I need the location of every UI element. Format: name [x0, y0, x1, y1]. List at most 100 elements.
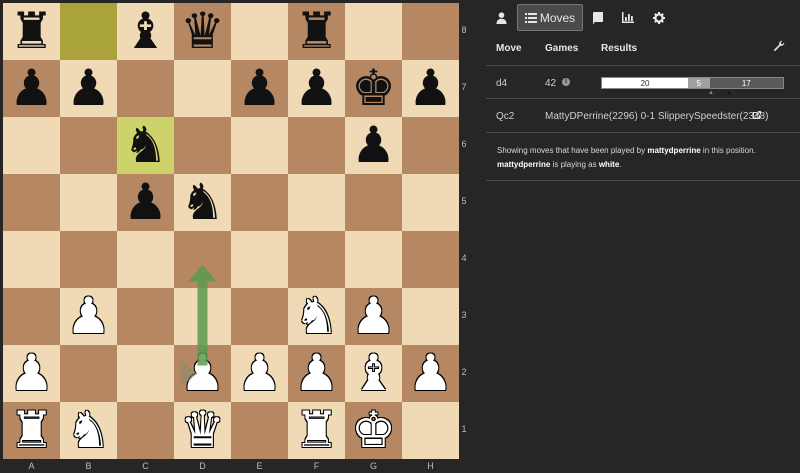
square-f5[interactable]	[288, 174, 345, 231]
black-rook-icon[interactable]: ♜	[288, 3, 345, 60]
white-bishop-icon[interactable]: ♝	[345, 345, 402, 402]
square-a7[interactable]: ♟	[3, 60, 60, 117]
white-knight-icon[interactable]: ♞	[60, 402, 117, 459]
square-f6[interactable]	[288, 117, 345, 174]
square-f7[interactable]: ♟	[288, 60, 345, 117]
black-pawn-icon[interactable]: ♟	[288, 60, 345, 117]
square-e1[interactable]	[231, 402, 288, 459]
square-e3[interactable]	[231, 288, 288, 345]
black-pawn-icon[interactable]: ♟	[60, 60, 117, 117]
square-c2[interactable]	[117, 345, 174, 402]
square-g5[interactable]	[345, 174, 402, 231]
square-g2[interactable]: ♝	[345, 345, 402, 402]
white-pawn-icon[interactable]: ♟	[345, 288, 402, 345]
white-pawn-icon[interactable]: ♟	[3, 345, 60, 402]
square-b3[interactable]: ♟	[60, 288, 117, 345]
white-rook-icon[interactable]: ♜	[3, 402, 60, 459]
square-b7[interactable]: ♟	[60, 60, 117, 117]
square-h1[interactable]	[402, 402, 459, 459]
square-d5[interactable]: ♞	[174, 174, 231, 231]
square-d1[interactable]: ♛	[174, 402, 231, 459]
square-c4[interactable]	[117, 231, 174, 288]
external-link-icon[interactable]	[752, 110, 762, 123]
black-pawn-icon[interactable]: ♟	[117, 174, 174, 231]
square-d6[interactable]	[174, 117, 231, 174]
square-c7[interactable]	[117, 60, 174, 117]
square-d7[interactable]	[174, 60, 231, 117]
square-d2[interactable]: ♟	[174, 345, 231, 402]
square-a5[interactable]	[3, 174, 60, 231]
game-row[interactable]: Qc2 MattyDPerrine(2296) 0-1 SlipperySpee…	[486, 99, 800, 133]
white-pawn-icon[interactable]: ♟	[231, 345, 288, 402]
square-f1[interactable]: ♜	[288, 402, 345, 459]
black-pawn-icon[interactable]: ♟	[231, 60, 288, 117]
square-d3[interactable]	[174, 288, 231, 345]
white-pawn-icon[interactable]: ♟	[288, 345, 345, 402]
square-h3[interactable]	[402, 288, 459, 345]
square-b8[interactable]	[60, 3, 117, 60]
square-g1[interactable]: ♚	[345, 402, 402, 459]
square-a1[interactable]: ♜	[3, 402, 60, 459]
chess-board[interactable]: ♜ ♝ ♛ ♜ ♟ ♟ ♟ ♟ ♚ ♟ ♞ ♟ ♟ ♞ ♟ ♞ ♟ ♟ ♟ ♟ ♟ ♝ ♟ ♜ ♞ ♛ ♜ ♚	[3, 3, 459, 459]
square-c1[interactable]	[117, 402, 174, 459]
square-h2[interactable]: ♟	[402, 345, 459, 402]
black-rook-icon[interactable]: ♜	[3, 3, 60, 60]
square-f2[interactable]: ♟	[288, 345, 345, 402]
black-queen-icon[interactable]: ♛	[174, 3, 231, 60]
square-b6[interactable]	[60, 117, 117, 174]
square-d8[interactable]: ♛	[174, 3, 231, 60]
black-knight-icon[interactable]: ♞	[117, 117, 174, 174]
wrench-icon[interactable]	[773, 40, 785, 55]
white-king-icon[interactable]: ♚	[345, 402, 402, 459]
square-g7[interactable]: ♚	[345, 60, 402, 117]
square-f4[interactable]	[288, 231, 345, 288]
square-a2[interactable]: ♟	[3, 345, 60, 402]
square-c8[interactable]: ♝	[117, 3, 174, 60]
square-c6[interactable]: ♞	[117, 117, 174, 174]
white-pawn-icon[interactable]: ♟	[402, 345, 459, 402]
square-b2[interactable]	[60, 345, 117, 402]
tab-book[interactable]	[584, 4, 612, 31]
white-queen-icon[interactable]: ♛	[174, 402, 231, 459]
square-a6[interactable]	[3, 117, 60, 174]
black-pawn-icon[interactable]: ♟	[402, 60, 459, 117]
move-row[interactable]: d4 42 i 20 5 17 ▲ ▲	[486, 66, 800, 99]
square-f3[interactable]: ♞	[288, 288, 345, 345]
white-rook-icon[interactable]: ♜	[288, 402, 345, 459]
square-g4[interactable]	[345, 231, 402, 288]
square-g8[interactable]	[345, 3, 402, 60]
white-knight-icon[interactable]: ♞	[288, 288, 345, 345]
square-d4[interactable]	[174, 231, 231, 288]
square-b4[interactable]	[60, 231, 117, 288]
square-h6[interactable]	[402, 117, 459, 174]
square-e2[interactable]: ♟	[231, 345, 288, 402]
square-e5[interactable]	[231, 174, 288, 231]
tab-moves[interactable]: Moves	[517, 4, 583, 31]
black-king-icon[interactable]: ♚	[345, 60, 402, 117]
square-b5[interactable]	[60, 174, 117, 231]
square-c5[interactable]: ♟	[117, 174, 174, 231]
square-g3[interactable]: ♟	[345, 288, 402, 345]
game-link[interactable]: MattyDPerrine(2296) 0-1 SlipperySpeedste…	[545, 111, 768, 122]
square-h7[interactable]: ♟	[402, 60, 459, 117]
square-e8[interactable]	[231, 3, 288, 60]
tab-player[interactable]	[486, 4, 516, 31]
tab-settings[interactable]	[644, 4, 674, 31]
white-pawn-icon[interactable]: ♟	[60, 288, 117, 345]
black-bishop-icon[interactable]: ♝	[117, 3, 174, 60]
black-knight-icon[interactable]: ♞	[174, 174, 231, 231]
square-h5[interactable]	[402, 174, 459, 231]
square-h8[interactable]	[402, 3, 459, 60]
square-e7[interactable]: ♟	[231, 60, 288, 117]
white-pawn-icon[interactable]: ♟	[174, 345, 231, 402]
square-a4[interactable]	[3, 231, 60, 288]
info-icon[interactable]: i	[562, 78, 570, 86]
tab-stats[interactable]	[613, 4, 643, 31]
square-h4[interactable]	[402, 231, 459, 288]
square-b1[interactable]: ♞	[60, 402, 117, 459]
black-pawn-icon[interactable]: ♟	[3, 60, 60, 117]
square-e6[interactable]	[231, 117, 288, 174]
black-pawn-icon[interactable]: ♟	[345, 117, 402, 174]
square-c3[interactable]	[117, 288, 174, 345]
square-a8[interactable]: ♜	[3, 3, 60, 60]
